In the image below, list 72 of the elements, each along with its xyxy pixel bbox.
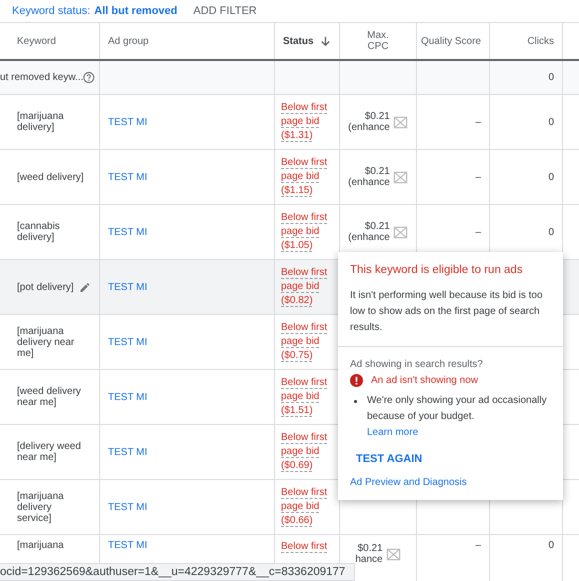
max-cpc-value: $0.21 [364,221,390,232]
sort-down-arrow-icon[interactable] [320,36,331,46]
crossed-box-icon [386,546,401,562]
keyword-text: [marijuana delivery near me] [17,326,76,358]
ad-group-link[interactable]: TEST MI [108,392,148,402]
filter-label: Keyword status: [12,5,90,17]
error-icon [350,374,363,387]
ad-group-link[interactable]: TEST MI [108,446,148,458]
add-filter-button[interactable]: ADD FILTER [189,5,261,17]
popup-body: It isn't performing well because its bid is too low to show ads on the first page of search results. [350,289,544,335]
column-header[interactable]: Quality Score [420,36,481,46]
status-text[interactable]: Below first page bid ($0.66) [281,486,331,528]
crossed-box-icon [392,224,408,240]
column-header[interactable]: Clicks [527,36,554,46]
keyword-text: [weed delivery near me] [17,386,82,408]
status-text[interactable]: Below first page bid ($0.69) [281,431,331,473]
alert-text: An ad isn't showing now [371,375,478,386]
ad-group-link[interactable]: TEST MI [108,282,148,292]
cpc-note: (enhance [348,177,390,188]
ad-group-link[interactable]: TEST MI [108,226,148,238]
keyword-text: [delivery weed near me] [17,441,82,463]
popup-title: This keyword is eligible to run ads [350,264,524,276]
column-header[interactable]: Keyword [17,36,56,46]
quality-score: – [475,172,481,182]
keyword-text: [marijuana delivery service] [17,490,65,524]
ad-group-link[interactable]: TEST MI [108,336,148,348]
cpc-note: (enhance [348,122,390,133]
column-header[interactable]: Status [283,36,314,46]
status-text[interactable]: Below first page bid ($1.15) [281,156,331,198]
max-cpc-value: $0.21 [358,543,383,554]
status-url: ocid=129362569&authuser=1&__u=4229329777&__c=8336209177 [0,563,355,581]
pencil-icon[interactable] [79,280,91,294]
max-cpc-value: $0.21 [364,111,390,122]
column-header[interactable]: Max. CPC [363,30,393,52]
bullet-text: We're only showing your ad occasionally because of your budget. [367,394,548,424]
keyword-text: [weed delivery] [17,172,85,182]
crossed-box-icon [392,114,408,130]
quality-score: – [475,540,481,551]
column-header[interactable]: Ad group [108,36,149,46]
learn-more-link[interactable]: Learn more [367,425,418,441]
clicks-value: 0 [548,172,554,182]
section-label: Ad showing in search results? [350,359,484,370]
ad-group-link[interactable]: TEST MI [108,540,148,551]
status-text[interactable]: Below first [281,540,331,554]
keyword-text: [cannabis delivery] [17,221,61,243]
test-again-button[interactable]: TEST AGAIN [350,449,428,469]
keyword-text: [pot delivery] [17,282,75,292]
status-text[interactable]: Below first page bid ($1.05) [281,211,331,253]
status-text[interactable]: Below first page bid ($1.31) [281,101,331,143]
filter-value-link[interactable]: All but removed [94,5,178,17]
cpc-note: hance [355,554,383,565]
status-text[interactable]: Below first page bid ($0.75) [281,321,331,363]
ad-group-link[interactable]: TEST MI [108,502,148,512]
crossed-box-icon [392,170,408,184]
ad-group-link[interactable]: TEST MI [108,172,148,182]
clicks-total: 0 [548,72,554,83]
keyword-text: [marijuana [17,540,65,551]
bullet-dot-icon [354,400,357,403]
clicks-value: 0 [548,116,554,128]
cpc-note: (enhance [348,232,390,243]
ad-group-link[interactable]: TEST MI [108,116,148,128]
quality-score: – [475,116,481,128]
keyword-text: [marijuana delivery] [17,111,65,133]
quality-score: – [475,226,481,238]
status-text[interactable]: Below first page bid ($0.82) [281,266,331,308]
help-icon[interactable] [83,71,95,84]
clicks-value: 0 [548,540,554,551]
max-cpc-value: $0.21 [364,166,390,177]
summary-label: ut removed keyw... [0,72,84,83]
clicks-value: 0 [548,226,554,238]
ad-preview-link[interactable]: Ad Preview and Diagnosis [350,477,551,488]
status-text[interactable]: Below first page bid ($1.51) [281,376,331,418]
